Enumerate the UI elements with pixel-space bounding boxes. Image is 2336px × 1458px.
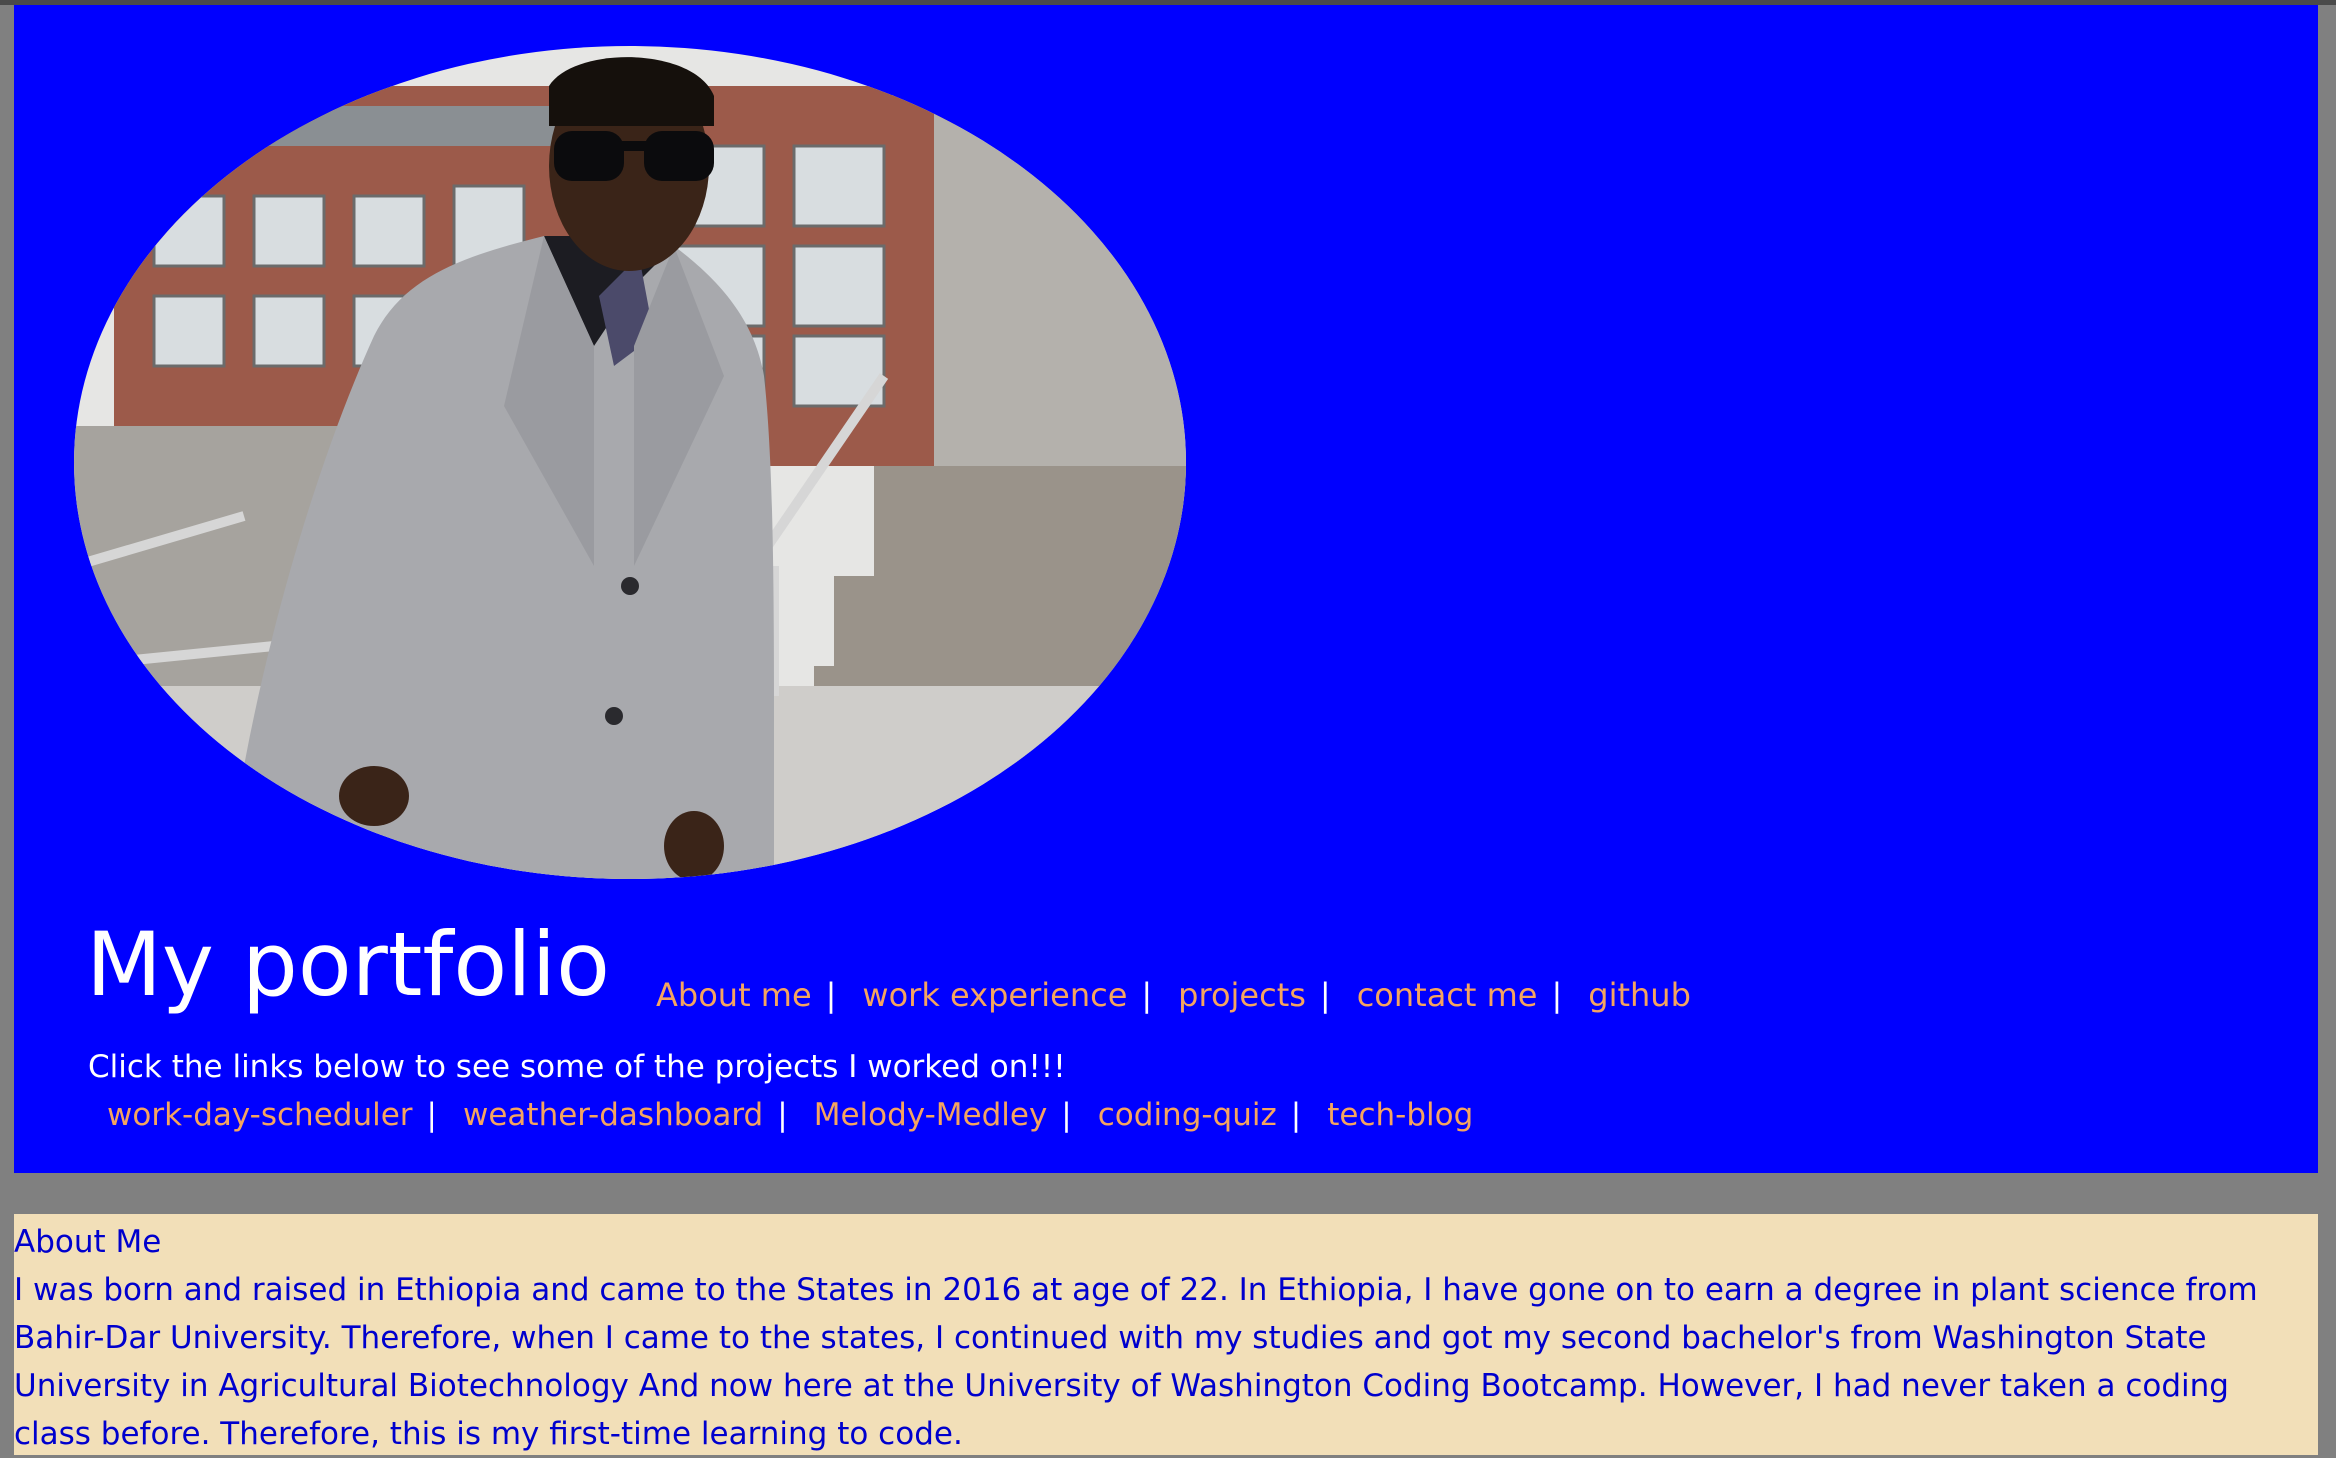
nav-separator: | [1319, 976, 1331, 1014]
project-link-work-day-scheduler[interactable]: work-day-scheduler [107, 1097, 413, 1133]
project-separator: | [426, 1097, 437, 1133]
about-heading: About Me [14, 1224, 162, 1260]
nav-link-contact-me[interactable]: contact me [1357, 976, 1538, 1014]
project-link-melody-medley[interactable]: Melody-Medley [814, 1097, 1048, 1133]
project-link-weather-dashboard[interactable]: weather-dashboard [463, 1097, 763, 1133]
project-links: work-day-scheduler | weather-dashboard | Mel… [107, 1093, 1473, 1137]
page-title: My portfolio [86, 913, 610, 1016]
project-separator: | [777, 1097, 788, 1133]
about-text: I was born and raised in Ethiopia and ca… [14, 1272, 2258, 1452]
nav-link-github[interactable]: github [1588, 976, 1691, 1014]
project-link-coding-quiz[interactable]: coding-quiz [1098, 1097, 1277, 1133]
nav-separator: | [1141, 976, 1153, 1014]
nav-link-work-experience[interactable]: work experience [862, 976, 1127, 1014]
nav-separator: | [1551, 976, 1563, 1014]
project-separator: | [1290, 1097, 1302, 1133]
nav-link-about-me[interactable]: About me [656, 976, 812, 1014]
main-nav: About me | work experience | projects | contac… [656, 973, 1691, 1017]
portfolio-header: My portfolio About me | work experience | pr… [14, 5, 2318, 1173]
nav-link-projects[interactable]: projects [1178, 976, 1306, 1014]
nav-separator: | [825, 976, 837, 1014]
about-section: About Me I was born and raised in Ethiop… [14, 1214, 2318, 1455]
project-link-tech-blog[interactable]: tech-blog [1327, 1097, 1473, 1133]
project-separator: | [1061, 1097, 1072, 1133]
projects-tagline: Click the links below to see some of the… [88, 1049, 1066, 1085]
profile-photo [74, 46, 1186, 879]
